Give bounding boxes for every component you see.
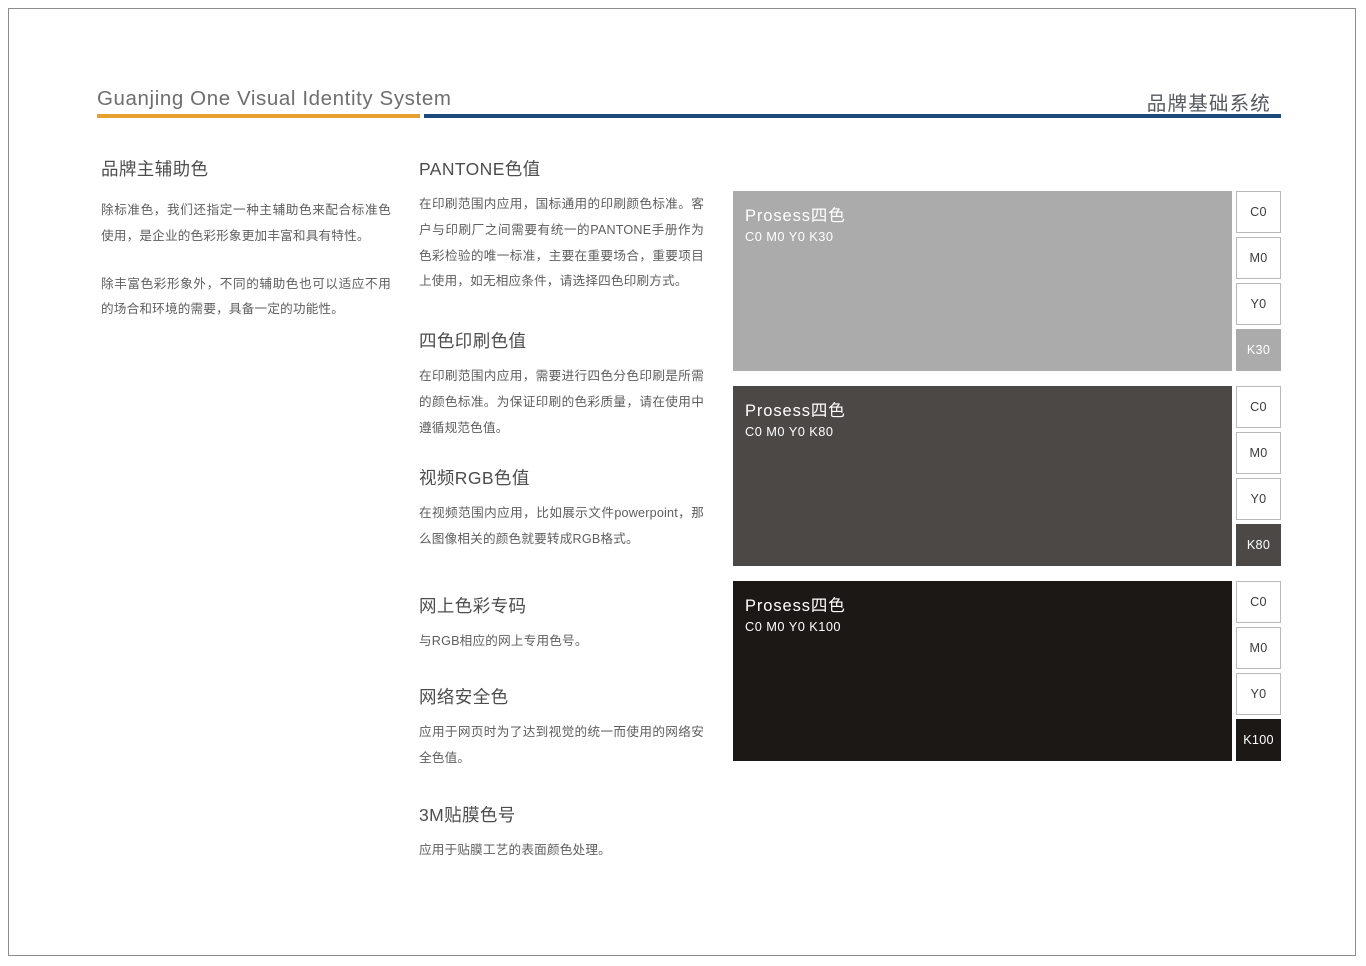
swatch-name: Prosess四色 [745, 207, 846, 225]
color-swatch-panel: Prosess四色 C0 M0 Y0 K30 C0 M0 Y0 K30 [733, 191, 1281, 371]
section-rgb: 视频RGB色值 在视频范围内应用，比如展示文件powerpoint，那么图像相关… [419, 468, 704, 553]
swatch-chip-column: C0 M0 Y0 K80 [1236, 386, 1281, 566]
chip-c[interactable]: C0 [1236, 191, 1281, 233]
color-swatch-list: Prosess四色 C0 M0 Y0 K30 C0 M0 Y0 K30 Pros… [733, 191, 1281, 761]
color-swatch-panel: Prosess四色 C0 M0 Y0 K100 C0 M0 Y0 K100 [733, 581, 1281, 761]
swatch-label-group: Prosess四色 C0 M0 Y0 K30 [745, 206, 846, 246]
swatch-chip-column: C0 M0 Y0 K100 [1236, 581, 1281, 761]
swatch-name: Prosess四色 [745, 402, 846, 420]
section-rgb-body: 在视频范围内应用，比如展示文件powerpoint，那么图像相关的颜色就要转成R… [419, 506, 704, 546]
swatch-label-group: Prosess四色 C0 M0 Y0 K80 [745, 401, 846, 441]
swatch-color-block: Prosess四色 C0 M0 Y0 K80 [733, 386, 1232, 566]
section-3m-film: 3M贴膜色号 应用于贴膜工艺的表面颜色处理。 [419, 805, 704, 864]
left-column: 品牌主辅助色 除标准色，我们还指定一种主辅助色来配合标准色使用，是企业的色彩形象… [101, 159, 391, 323]
section-pantone-title: PANTONE色值 [419, 159, 541, 179]
color-swatch-panel: Prosess四色 C0 M0 Y0 K80 C0 M0 Y0 K80 [733, 386, 1281, 566]
section-cmyk: 四色印刷色值 在印刷范围内应用，需要进行四色分色印刷是所需的颜色标准。为保证印刷… [419, 331, 704, 441]
swatch-cmyk-code: C0 M0 Y0 K30 [745, 228, 834, 244]
section-web-color-code: 网上色彩专码 与RGB相应的网上专用色号。 [419, 596, 704, 655]
chip-y[interactable]: Y0 [1236, 673, 1281, 715]
swatch-chip-column: C0 M0 Y0 K30 [1236, 191, 1281, 371]
swatch-label-group: Prosess四色 C0 M0 Y0 K100 [745, 596, 846, 636]
section-web-safe-color-body: 应用于网页时为了达到视觉的统一而使用的网络安全色值。 [419, 725, 704, 765]
chip-c[interactable]: C0 [1236, 386, 1281, 428]
left-column-paragraph-2: 除丰富色彩形象外，不同的辅助色也可以适应不用的场合和环境的需要，具备一定的功能性… [101, 276, 391, 317]
header-rule-navy [424, 114, 1281, 118]
swatch-color-block: Prosess四色 C0 M0 Y0 K30 [733, 191, 1232, 371]
left-column-paragraph-1: 除标准色，我们还指定一种主辅助色来配合标准色使用，是企业的色彩形象更加丰富和具有… [101, 203, 391, 243]
section-web-safe-color: 网络安全色 应用于网页时为了达到视觉的统一而使用的网络安全色值。 [419, 687, 704, 772]
brand-latin-title: Guanjing One Visual Identity System [97, 87, 452, 110]
left-column-title: 品牌主辅助色 [101, 159, 209, 179]
section-web-safe-color-title: 网络安全色 [419, 687, 509, 707]
header-rule-orange [97, 114, 420, 118]
section-cmyk-body: 在印刷范围内应用，需要进行四色分色印刷是所需的颜色标准。为保证印刷的色彩质量，请… [419, 369, 704, 435]
swatch-color-block: Prosess四色 C0 M0 Y0 K100 [733, 581, 1232, 761]
swatch-cmyk-code: C0 M0 Y0 K100 [745, 618, 841, 634]
chip-m[interactable]: M0 [1236, 627, 1281, 669]
chip-k[interactable]: K100 [1236, 719, 1281, 761]
section-rgb-title: 视频RGB色值 [419, 468, 530, 488]
chip-k[interactable]: K30 [1236, 329, 1281, 371]
swatch-cmyk-code: C0 M0 Y0 K80 [745, 423, 834, 439]
section-pantone: PANTONE色值 在印刷范围内应用，国标通用的印刷颜色标准。客户与印刷厂之间需… [419, 159, 704, 295]
section-cmyk-title: 四色印刷色值 [419, 331, 527, 351]
section-web-color-code-title: 网上色彩专码 [419, 596, 527, 616]
page-header: Guanjing One Visual Identity System 品牌基础… [97, 77, 1281, 125]
section-title-cn: 品牌基础系统 [1146, 93, 1271, 115]
section-pantone-body: 在印刷范围内应用，国标通用的印刷颜色标准。客户与印刷厂之间需要有统一的PANTO… [419, 197, 704, 289]
chip-k[interactable]: K80 [1236, 524, 1281, 566]
chip-y[interactable]: Y0 [1236, 283, 1281, 325]
chip-m[interactable]: M0 [1236, 237, 1281, 279]
section-3m-film-title: 3M贴膜色号 [419, 805, 516, 825]
swatch-name: Prosess四色 [745, 597, 846, 615]
chip-y[interactable]: Y0 [1236, 478, 1281, 520]
page-canvas: Guanjing One Visual Identity System 品牌基础… [8, 8, 1356, 956]
chip-c[interactable]: C0 [1236, 581, 1281, 623]
section-3m-film-body: 应用于贴膜工艺的表面颜色处理。 [419, 843, 611, 857]
section-web-color-code-body: 与RGB相应的网上专用色号。 [419, 634, 588, 648]
chip-m[interactable]: M0 [1236, 432, 1281, 474]
